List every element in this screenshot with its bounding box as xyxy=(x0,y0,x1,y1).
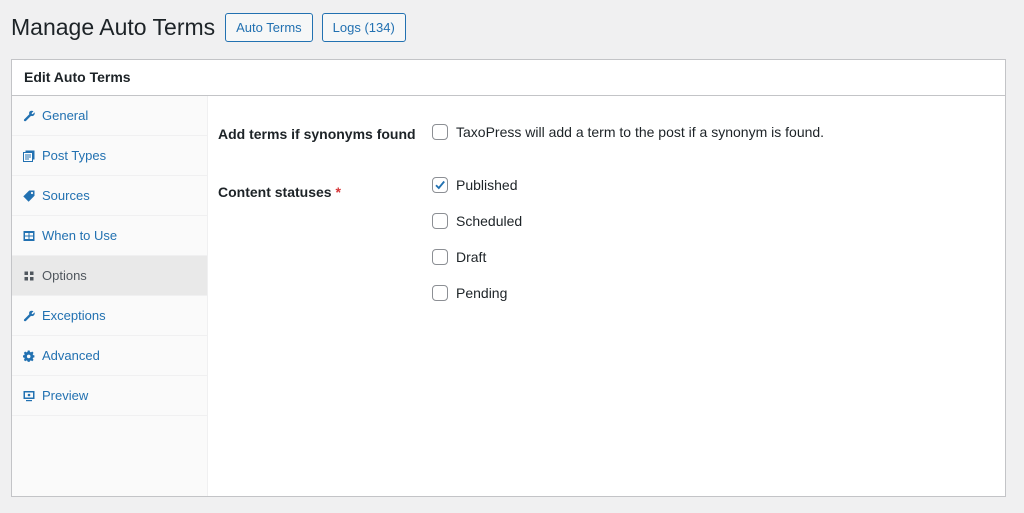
checkmark-icon xyxy=(435,180,445,190)
sidebar-item-post-types[interactable]: Post Types xyxy=(12,136,207,176)
schedule-icon xyxy=(22,229,36,243)
synonyms-checkbox[interactable] xyxy=(432,124,448,140)
sidebar-item-preview[interactable]: Preview xyxy=(12,376,207,416)
sidebar-item-label: When to Use xyxy=(42,228,118,243)
synonyms-checkbox-row[interactable]: TaxoPress will add a term to the post if… xyxy=(432,124,824,140)
status-option-scheduled[interactable]: Scheduled xyxy=(432,213,522,229)
edit-auto-terms-panel: Edit Auto Terms General Post Types Sourc… xyxy=(11,59,1006,497)
tag-icon xyxy=(22,189,36,203)
panel-title: Edit Auto Terms xyxy=(12,60,1005,96)
pending-checkbox[interactable] xyxy=(432,285,448,301)
sidebar-item-label: Options xyxy=(42,268,87,283)
status-option-label: Published xyxy=(456,177,518,193)
draft-checkbox[interactable] xyxy=(432,249,448,265)
scheduled-checkbox[interactable] xyxy=(432,213,448,229)
monitor-icon xyxy=(22,389,36,403)
content-statuses-label-text: Content statuses xyxy=(218,184,332,200)
sidebar-item-general[interactable]: General xyxy=(12,96,207,136)
status-option-label: Scheduled xyxy=(456,213,523,229)
sidebar-item-label: Advanced xyxy=(42,348,100,363)
settings-sidebar: General Post Types Sources When to Use O… xyxy=(12,96,208,496)
status-option-published[interactable]: Published xyxy=(432,177,518,193)
status-option-label: Pending xyxy=(456,285,508,301)
wrench-icon xyxy=(22,109,36,123)
sidebar-item-label: Post Types xyxy=(42,148,107,163)
page-title: Manage Auto Terms xyxy=(11,14,216,40)
content-statuses-label: Content statuses * xyxy=(218,184,341,200)
grid-icon xyxy=(22,269,36,283)
options-content: Add terms if synonyms found TaxoPress wi… xyxy=(218,96,1005,496)
auto-terms-button[interactable]: Auto Terms xyxy=(225,13,313,42)
status-option-draft[interactable]: Draft xyxy=(432,249,486,265)
sidebar-item-label: Preview xyxy=(42,388,89,403)
sidebar-item-advanced[interactable]: Advanced xyxy=(12,336,207,376)
required-indicator: * xyxy=(335,184,341,200)
sidebar-item-label: Exceptions xyxy=(42,308,106,323)
published-checkbox[interactable] xyxy=(432,177,448,193)
sidebar-item-exceptions[interactable]: Exceptions xyxy=(12,296,207,336)
post-types-icon xyxy=(22,149,36,163)
gear-icon xyxy=(22,349,36,363)
synonyms-setting-label: Add terms if synonyms found xyxy=(218,126,416,142)
synonyms-description: TaxoPress will add a term to the post if… xyxy=(456,124,825,140)
wrench-icon xyxy=(22,309,36,323)
status-option-pending[interactable]: Pending xyxy=(432,285,507,301)
status-option-label: Draft xyxy=(456,249,487,265)
sidebar-item-label: Sources xyxy=(42,188,90,203)
sidebar-item-when-to-use[interactable]: When to Use xyxy=(12,216,207,256)
sidebar-item-label: General xyxy=(42,108,89,123)
page-header: Manage Auto Terms Auto Terms Logs (134) xyxy=(11,13,406,42)
logs-button[interactable]: Logs (134) xyxy=(321,13,406,42)
sidebar-item-sources[interactable]: Sources xyxy=(12,176,207,216)
sidebar-item-options[interactable]: Options xyxy=(12,256,207,296)
